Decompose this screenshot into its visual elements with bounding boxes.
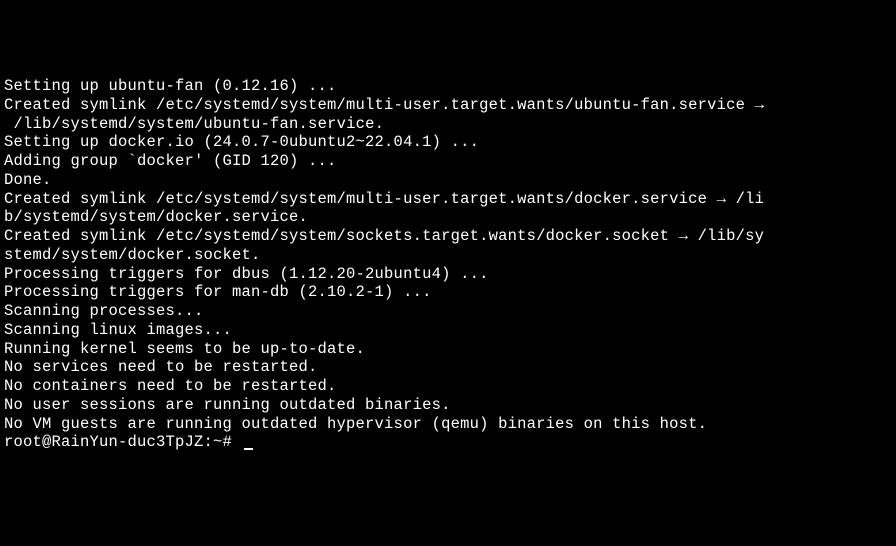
terminal-line: Adding group `docker' (GID 120) ... [4, 152, 892, 171]
terminal-line: Setting up ubuntu-fan (0.12.16) ... [4, 77, 892, 96]
terminal-line: stemd/system/docker.socket. [4, 246, 892, 265]
terminal-line: Done. [4, 171, 892, 190]
terminal-output: Setting up ubuntu-fan (0.12.16) ...Creat… [4, 77, 892, 452]
terminal-line: Created symlink /etc/systemd/system/sock… [4, 227, 892, 246]
terminal-line: Processing triggers for dbus (1.12.20-2u… [4, 265, 892, 284]
terminal-line: Running kernel seems to be up-to-date. [4, 340, 892, 359]
terminal-line: No VM guests are running outdated hyperv… [4, 415, 892, 434]
terminal-line: No containers need to be restarted. [4, 377, 892, 396]
terminal-line: No services need to be restarted. [4, 358, 892, 377]
cursor-icon [244, 448, 253, 450]
terminal-line: Scanning linux images... [4, 321, 892, 340]
terminal-line: /lib/systemd/system/ubuntu-fan.service. [4, 115, 892, 134]
terminal-line: Scanning processes... [4, 302, 892, 321]
terminal-line: b/systemd/system/docker.service. [4, 208, 892, 227]
terminal-line: Created symlink /etc/systemd/system/mult… [4, 96, 892, 115]
terminal-line: No user sessions are running outdated bi… [4, 396, 892, 415]
terminal-line: Setting up docker.io (24.0.7-0ubuntu2~22… [4, 133, 892, 152]
shell-prompt[interactable]: root@RainYun-duc3TpJZ:~# [4, 433, 242, 451]
terminal-line: Processing triggers for man-db (2.10.2-1… [4, 283, 892, 302]
terminal-line: Created symlink /etc/systemd/system/mult… [4, 190, 892, 209]
